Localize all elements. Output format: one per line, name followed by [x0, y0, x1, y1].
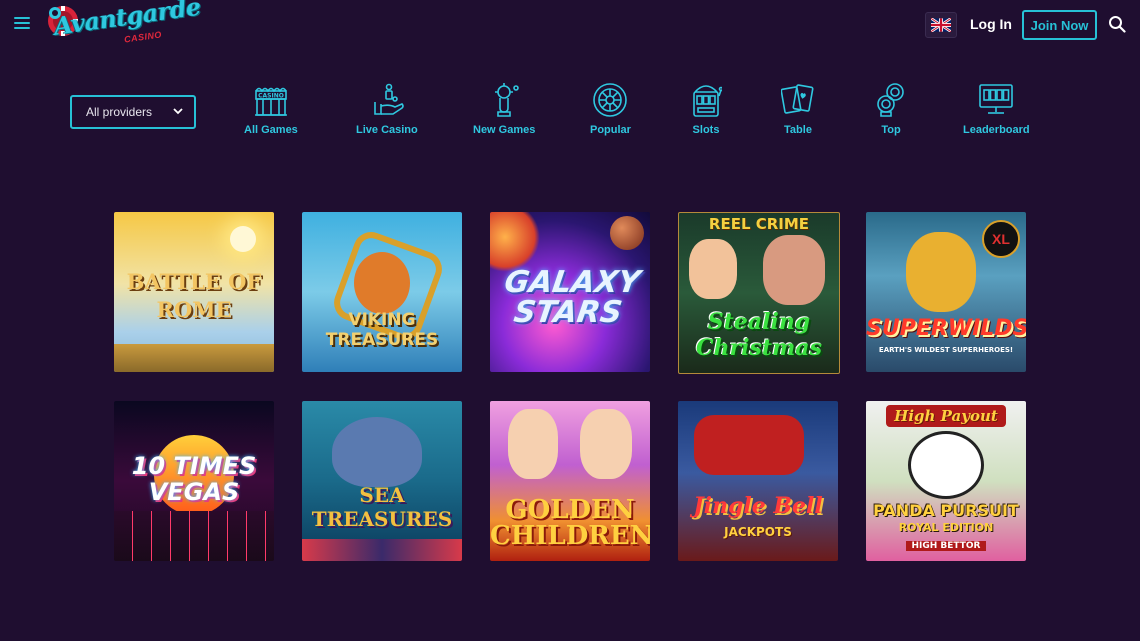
- game-tile-galaxy-stars[interactable]: GALAXY STARS: [490, 212, 650, 372]
- category-label: New Games: [473, 124, 536, 136]
- hamburger-menu-icon[interactable]: [14, 16, 32, 30]
- game-tile-panda-pursuit[interactable]: High Payout PANDA PURSUIT ROYAL EDITION …: [866, 401, 1026, 561]
- category-label: Table: [784, 124, 812, 136]
- join-now-button[interactable]: Join Now: [1022, 10, 1097, 40]
- category-all-games[interactable]: CASINO All Games: [244, 82, 298, 136]
- game-art-top-text: High Payout: [886, 405, 1006, 427]
- santa-sleigh-graphic: [694, 415, 804, 475]
- game-tile-golden-children[interactable]: GOLDEN CHILDREN: [490, 401, 650, 561]
- game-art-title: GALAXY STARS: [502, 265, 643, 330]
- chevron-down-icon: [173, 108, 183, 115]
- category-top[interactable]: Top: [875, 82, 907, 136]
- top-chips-icon: [877, 83, 904, 117]
- game-art-title: SEA TREASURES: [311, 483, 453, 531]
- provider-dropdown[interactable]: All providers: [70, 95, 196, 129]
- character-right: [763, 235, 825, 305]
- playing-cards-icon: [781, 84, 814, 114]
- viking-character: [354, 252, 410, 314]
- game-tile-super-wilds[interactable]: XL SUPERWILDS EARTH'S WILDEST SUPERHEROE…: [866, 212, 1026, 372]
- category-label: All Games: [244, 124, 298, 136]
- category-leaderboard[interactable]: Leaderboard: [963, 82, 1030, 136]
- ground-graphic: [114, 344, 274, 372]
- game-art-top-text: REEL CRIME: [708, 215, 810, 233]
- leaderboard-monitor-icon: [979, 84, 1014, 114]
- category-new-games[interactable]: New Games: [473, 82, 535, 136]
- game-art-title: VIKING TREASURES: [325, 310, 439, 350]
- game-tile-stealing-christmas[interactable]: REEL CRIME Stealing Christmas: [678, 212, 840, 374]
- casino-building-icon: CASINO: [254, 87, 287, 116]
- game-art-title: PANDA PURSUIT: [873, 501, 1019, 520]
- category-slots[interactable]: Slots: [690, 82, 722, 136]
- dealer-hand-icon: [374, 83, 404, 115]
- hero-character: [906, 232, 976, 312]
- category-label: Leaderboard: [963, 124, 1030, 136]
- game-art-subtitle: ROYAL EDITION: [898, 521, 994, 534]
- category-live-casino[interactable]: Live Casino: [356, 82, 418, 136]
- search-icon[interactable]: [1108, 15, 1126, 33]
- roulette-wheel-icon: [593, 83, 628, 117]
- planet-graphic: [610, 216, 644, 250]
- logo-subtitle: CASINO: [123, 29, 163, 45]
- sun-graphic: [230, 226, 256, 252]
- game-art-subtitle: JACKPOTS: [724, 525, 792, 539]
- game-art-subtitle: EARTH'S WILDEST SUPERHEROES!: [878, 346, 1014, 354]
- coral-graphic: [302, 539, 462, 561]
- uk-flag-icon: [931, 18, 951, 32]
- game-art-title: GOLDEN CHILDREN: [490, 495, 650, 551]
- game-tile-jingle-bell-jackpots[interactable]: Jingle Bell JACKPOTS: [678, 401, 838, 561]
- category-label: Top: [881, 124, 901, 136]
- game-tile-viking-treasures[interactable]: VIKING TREASURES: [302, 212, 462, 372]
- sun-graphic: [490, 212, 540, 272]
- category-table[interactable]: Table: [781, 82, 815, 136]
- provider-dropdown-value: All providers: [86, 105, 153, 119]
- panda-character: [908, 431, 984, 499]
- character-left: [689, 239, 737, 299]
- game-tile-battle-of-rome[interactable]: BATTLE OF ROME: [114, 212, 274, 372]
- category-label: Live Casino: [356, 124, 418, 136]
- girl-character: [580, 409, 632, 479]
- game-art-title: 10 TIMES VEGAS: [131, 452, 257, 506]
- grid-floor-graphic: [114, 511, 274, 561]
- language-selector[interactable]: [925, 12, 957, 38]
- game-tile-10-times-vegas[interactable]: 10 TIMES VEGAS: [114, 401, 274, 561]
- shark-character: [332, 417, 422, 487]
- new-games-icon: [495, 83, 519, 117]
- xl-badge: XL: [982, 220, 1020, 258]
- avantgarde-logo[interactable]: Avantgarde CASINO: [42, 0, 202, 48]
- game-art-title: Stealing Christmas: [696, 309, 822, 361]
- slot-machine-icon: [693, 85, 722, 117]
- game-art-title: Jingle Bell: [693, 493, 823, 519]
- category-label: Popular: [590, 124, 631, 136]
- game-art-subtitle-2: HIGH BETTOR: [906, 541, 986, 551]
- game-art-title: SUPERWILDS: [866, 316, 1026, 341]
- game-art-title: BATTLE OF ROME: [126, 269, 262, 322]
- boy-character: [508, 409, 558, 479]
- top-header: Avantgarde CASINO Log In Join Now: [0, 0, 1140, 52]
- category-label: Slots: [692, 124, 720, 136]
- login-link[interactable]: Log In: [970, 16, 1012, 32]
- category-popular[interactable]: Popular: [590, 82, 631, 136]
- game-tile-sea-treasures[interactable]: SEA TREASURES: [302, 401, 462, 561]
